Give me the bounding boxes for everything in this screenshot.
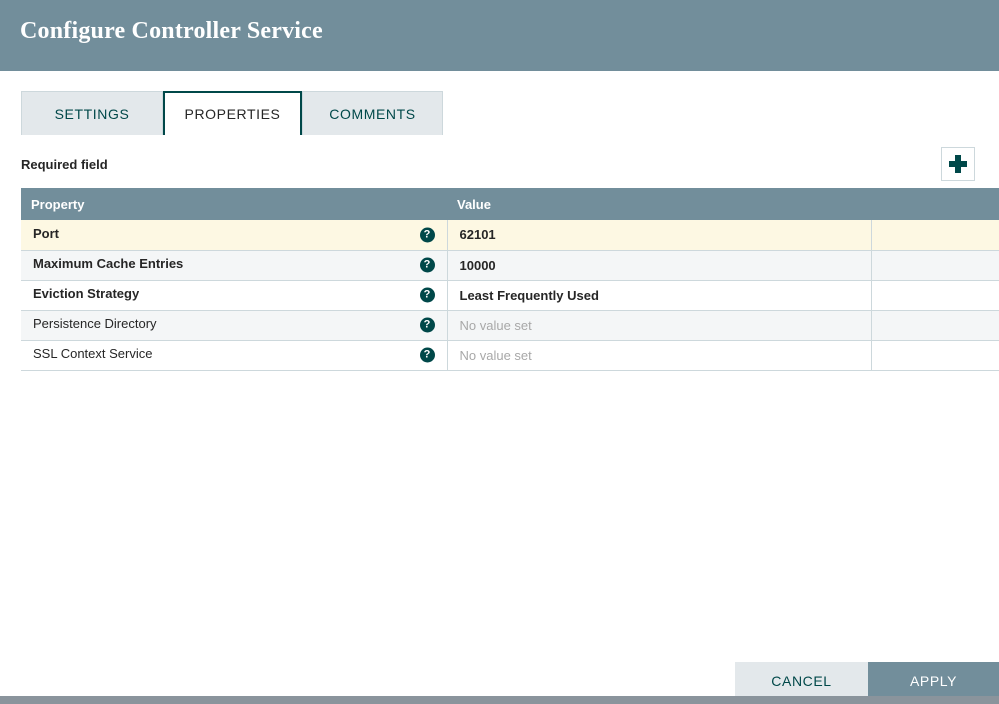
help-circle-icon[interactable]: ? — [419, 317, 435, 333]
property-name-cell[interactable]: Persistence Directory? — [21, 310, 448, 341]
table-row[interactable]: Persistence Directory? No value set — [21, 310, 999, 341]
property-name-cell[interactable]: SSL Context Service? — [21, 340, 448, 371]
table-row[interactable]: Port? 62101 — [21, 220, 999, 251]
property-name-label: SSL Context Service — [33, 346, 153, 361]
tab-strip: SETTINGS PROPERTIES COMMENTS — [0, 71, 999, 208]
property-value-cell[interactable]: No value set — [447, 340, 872, 371]
property-action-cell[interactable] — [871, 220, 999, 251]
property-value-label: 10000 — [459, 257, 496, 273]
add-property-button[interactable] — [941, 147, 975, 181]
tab-comments[interactable]: COMMENTS — [302, 91, 443, 135]
tab-properties[interactable]: PROPERTIES — [163, 91, 302, 135]
table-row[interactable]: Eviction Strategy? Least Frequently Used — [21, 280, 999, 311]
help-circle-icon[interactable]: ? — [419, 347, 435, 363]
tab-settings-label: SETTINGS — [54, 105, 130, 122]
help-circle-icon[interactable]: ? — [419, 287, 435, 303]
cancel-button-label: CANCEL — [771, 673, 832, 689]
property-action-cell[interactable] — [871, 250, 999, 281]
property-value-label: Least Frequently Used — [459, 287, 599, 303]
help-circle-icon[interactable]: ? — [419, 227, 435, 243]
page-title: Configure Controller Service — [20, 18, 323, 44]
cancel-button[interactable]: CANCEL — [735, 662, 868, 700]
table-row[interactable]: Maximum Cache Entries? 10000 — [21, 250, 999, 281]
table-row[interactable]: SSL Context Service? No value set — [21, 340, 999, 371]
column-header-property[interactable]: Property — [21, 188, 447, 220]
column-header-value[interactable]: Value — [447, 188, 871, 220]
property-name-label: Eviction Strategy — [33, 286, 140, 301]
table-header-row: Property Value — [21, 188, 999, 220]
property-action-cell[interactable] — [871, 310, 999, 341]
property-action-cell[interactable] — [871, 280, 999, 311]
apply-button[interactable]: APPLY — [868, 662, 999, 700]
property-action-cell[interactable] — [871, 340, 999, 371]
dialog-header: Configure Controller Service — [0, 0, 999, 71]
property-name-cell[interactable]: Eviction Strategy? — [21, 280, 448, 311]
property-value-placeholder: No value set — [459, 347, 532, 363]
horizontal-scrollbar-thumb[interactable] — [0, 696, 999, 704]
property-value-cell[interactable]: 10000 — [447, 250, 872, 281]
required-field-legend: Required field — [21, 157, 108, 172]
property-name-label: Persistence Directory — [33, 316, 157, 331]
property-value-cell[interactable]: Least Frequently Used — [447, 280, 872, 311]
property-name-cell[interactable]: Port? — [21, 220, 448, 251]
column-header-extra[interactable] — [871, 188, 999, 220]
property-value-label: 62101 — [459, 227, 496, 243]
apply-button-label: APPLY — [909, 673, 958, 689]
property-value-cell[interactable]: 62101 — [447, 220, 872, 251]
properties-table-body: Port? 62101 Maximum Cache Entries? 10000 Evi… — [21, 220, 999, 371]
tab-properties-label: PROPERTIES — [184, 106, 281, 122]
property-name-label: Port — [33, 225, 59, 241]
properties-table-head: Property Value — [21, 188, 999, 220]
help-circle-icon[interactable]: ? — [419, 257, 435, 273]
property-value-placeholder: No value set — [459, 317, 532, 333]
tab-settings[interactable]: SETTINGS — [21, 91, 163, 135]
properties-table: Property Value Port? 62101 Maximum Cache E… — [21, 188, 999, 371]
dialog-footer: CANCEL APPLY — [0, 662, 999, 700]
properties-panel: Required field Property Value Port? 62101… — [0, 137, 999, 690]
property-value-cell[interactable]: No value set — [447, 310, 872, 341]
tab-comments-label: COMMENTS — [329, 105, 416, 122]
property-name-label: Maximum Cache Entries — [33, 256, 184, 271]
property-name-cell[interactable]: Maximum Cache Entries? — [21, 250, 448, 281]
plus-icon — [949, 155, 967, 173]
horizontal-scrollbar[interactable] — [0, 696, 999, 704]
